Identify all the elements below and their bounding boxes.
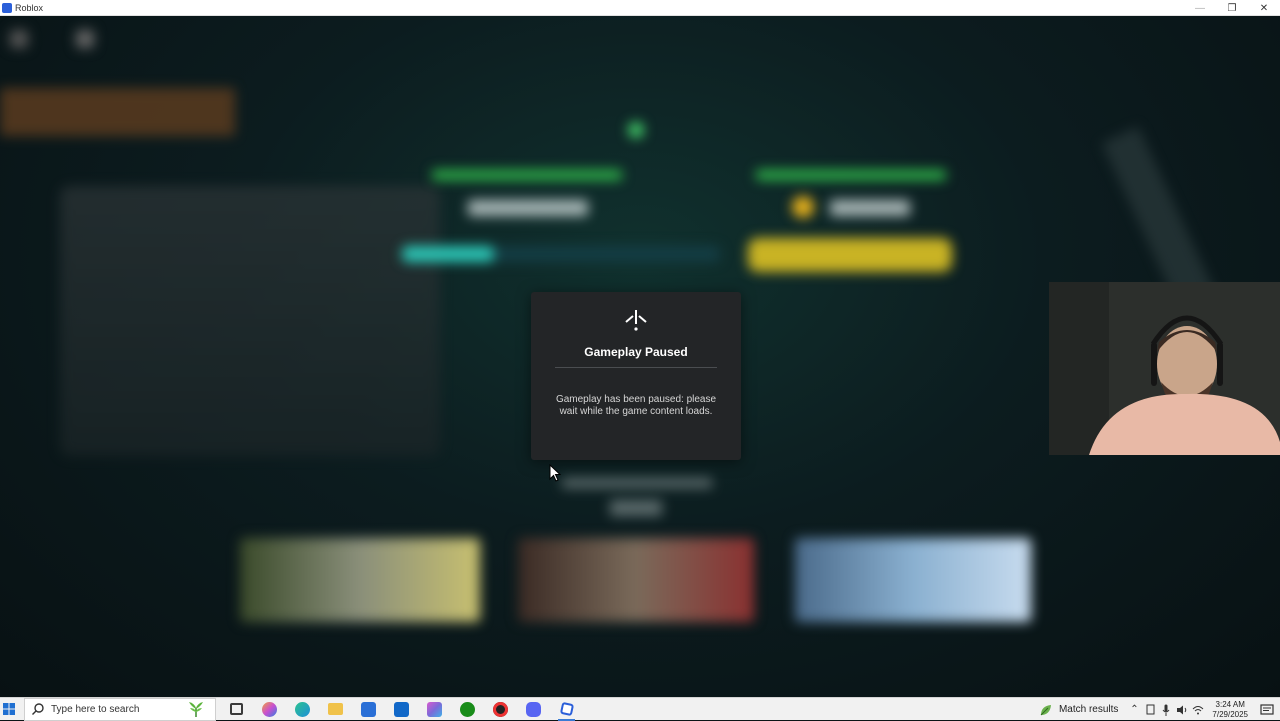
mic-glyph-icon xyxy=(1163,704,1170,716)
network-icon[interactable] xyxy=(1142,698,1158,721)
edge-button[interactable] xyxy=(286,698,319,721)
coin-icon xyxy=(792,196,814,218)
volume-icon[interactable] xyxy=(1174,698,1190,721)
roblox-app-icon xyxy=(2,2,12,13)
webcam-overlay xyxy=(1049,282,1280,455)
xbox-icon xyxy=(460,701,475,717)
clock-date: 7/29/2025 xyxy=(1212,709,1248,719)
stat-value-left xyxy=(468,200,588,216)
start-button[interactable] xyxy=(0,700,18,718)
copilot-button[interactable] xyxy=(253,698,286,721)
discord-button[interactable] xyxy=(517,698,550,721)
search-input[interactable] xyxy=(51,703,201,715)
store-icon xyxy=(361,701,376,717)
wifi-icon[interactable] xyxy=(1190,698,1206,721)
mouse-cursor xyxy=(549,464,561,482)
notification-center-button[interactable] xyxy=(1254,698,1280,721)
taskbar-pinned-apps xyxy=(220,698,583,721)
stat-label-left xyxy=(432,170,622,180)
xbox-button[interactable] xyxy=(451,698,484,721)
edge-icon xyxy=(295,701,310,717)
dialog-message: Gameplay has been paused: please wait wh… xyxy=(555,394,717,417)
roblox-taskbar-button[interactable] xyxy=(550,698,583,721)
widgets-label: Match results xyxy=(1058,704,1119,715)
blurred-caption xyxy=(562,478,712,488)
windows-taskbar: Match results ⌃ 3:24 AM 7/29/2025 xyxy=(0,697,1280,721)
game-thumbnail-2 xyxy=(518,538,754,622)
clock-time: 3:24 AM xyxy=(1215,699,1245,709)
close-button[interactable]: ✕ xyxy=(1248,0,1280,16)
topbar-chat-icon xyxy=(76,30,94,48)
topbar-menu-icon xyxy=(10,30,28,48)
task-view-icon xyxy=(230,703,243,715)
search-icon xyxy=(32,703,44,715)
minimize-button[interactable]: — xyxy=(1184,0,1216,16)
window-controls: — ❐ ✕ xyxy=(1184,0,1280,16)
game-thumbnail-3 xyxy=(795,538,1031,622)
blurred-house-structure xyxy=(60,186,440,456)
blurred-banner xyxy=(0,88,235,136)
stat-value-right xyxy=(830,200,910,216)
dialog-title: Gameplay Paused xyxy=(584,345,688,359)
microphone-icon[interactable] xyxy=(1158,698,1174,721)
speaker-icon xyxy=(1177,705,1187,714)
taskbar-clock[interactable]: 3:24 AM 7/29/2025 xyxy=(1212,700,1248,720)
obs-button[interactable] xyxy=(484,698,517,721)
copilot-icon xyxy=(262,701,277,717)
progress-bar xyxy=(402,246,720,262)
progress-bar-fill xyxy=(402,246,495,262)
copilot-app-icon xyxy=(427,701,442,717)
stat-label-right xyxy=(756,170,946,180)
search-highlight-plant-icon xyxy=(189,702,203,717)
restore-button[interactable]: ❐ xyxy=(1216,0,1248,16)
streamer-silhouette xyxy=(1049,282,1280,455)
discord-icon xyxy=(526,701,541,717)
roblox-icon xyxy=(559,701,574,717)
obs-icon xyxy=(493,701,508,717)
news-leaf-icon xyxy=(1040,704,1051,715)
file-explorer-button[interactable] xyxy=(319,698,352,721)
notification-icon xyxy=(1260,703,1274,715)
folder-icon xyxy=(328,703,343,715)
widgets-button[interactable]: Match results xyxy=(1039,703,1118,717)
window-title: Roblox xyxy=(15,2,44,13)
game-thumbnail-1 xyxy=(240,538,480,622)
dialog-divider xyxy=(555,367,717,368)
device-icon xyxy=(1146,704,1155,715)
loading-pause-icon xyxy=(625,310,647,331)
copilot-app-button[interactable] xyxy=(418,698,451,721)
blurred-caption-button xyxy=(610,500,662,516)
wifi-glyph-icon xyxy=(1193,705,1204,714)
yellow-action-button xyxy=(748,238,952,272)
blurred-roof-light xyxy=(628,122,644,138)
outlook-icon xyxy=(394,701,409,717)
chevron-up-icon[interactable]: ⌃ xyxy=(1126,698,1142,721)
taskbar-search[interactable] xyxy=(24,697,216,721)
window-titlebar: Roblox — ❐ ✕ xyxy=(0,0,1280,16)
gameplay-paused-dialog: Gameplay Paused Gameplay has been paused… xyxy=(531,292,741,460)
outlook-button[interactable] xyxy=(385,698,418,721)
store-button[interactable] xyxy=(352,698,385,721)
windows-logo-icon xyxy=(3,703,15,715)
system-tray: Match results ⌃ 3:24 AM 7/29/2025 xyxy=(1039,698,1280,721)
task-view-button[interactable] xyxy=(220,698,253,721)
